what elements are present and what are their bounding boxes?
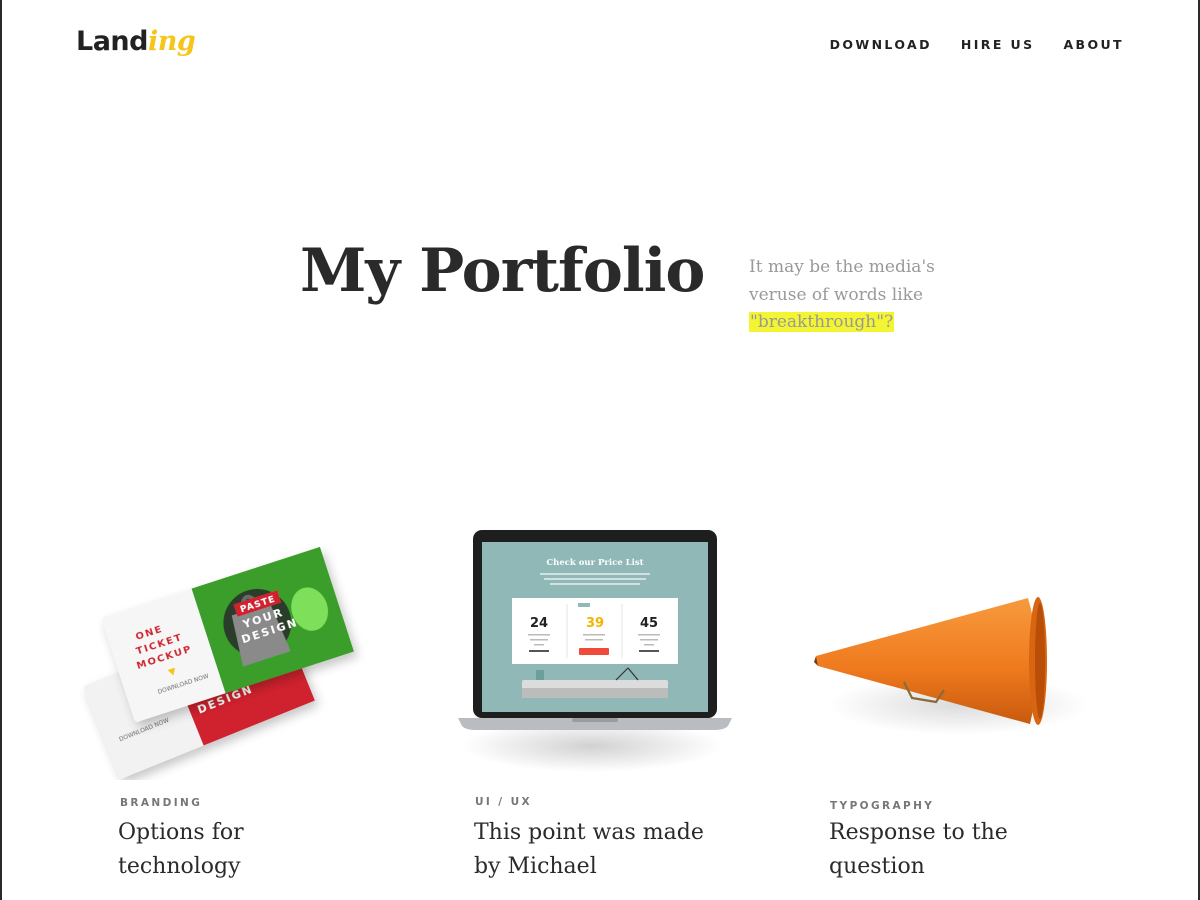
card-title[interactable]: Response to the question — [829, 816, 1069, 884]
card-category: TYPOGRAPHY — [830, 800, 935, 812]
logo-text: Land — [76, 26, 148, 57]
portfolio-card-branding[interactable]: YOUR DESIGN DOWNLOAD NOW PASTE YOUR DESI… — [76, 520, 376, 900]
laptop-image: Check our Price List 24 39 45 — [458, 530, 732, 772]
price-2: 39 — [586, 616, 604, 631]
ticket-mockup-image: YOUR DESIGN DOWNLOAD NOW PASTE YOUR DESI… — [83, 546, 354, 779]
price-1: 24 — [530, 616, 548, 631]
portfolio-card-typography[interactable]: TYPOGRAPHY Response to the question — [788, 520, 1088, 900]
price-3: 45 — [640, 616, 658, 631]
nav-download-link[interactable]: DOWNLOAD — [830, 37, 932, 52]
top-nav: DOWNLOAD HIRE US ABOUT — [830, 37, 1124, 52]
card-category: UI / UX — [475, 796, 533, 808]
hero-subtitle-highlight: "breakthrough"? — [749, 312, 895, 332]
megaphone-image — [814, 597, 1088, 735]
page-title: My Portfolio — [300, 236, 705, 306]
card-title[interactable]: This point was made by Michael — [474, 816, 714, 884]
logo-accent-text: ing — [147, 26, 196, 57]
hero-subtitle-text: It may be the media's veruse of words li… — [749, 257, 935, 305]
nav-about-link[interactable]: ABOUT — [1063, 37, 1124, 52]
nav-hire-us-link[interactable]: HIRE US — [961, 37, 1035, 52]
card-category: BRANDING — [120, 797, 203, 809]
screen-heading: Check our Price List — [546, 558, 643, 568]
portfolio-card-uiux[interactable]: Check our Price List 24 39 45 UI / UX Th… — [432, 520, 732, 900]
hero-subtitle: It may be the media's veruse of words li… — [749, 254, 979, 337]
logo[interactable]: Landing — [76, 26, 196, 57]
card-title[interactable]: Options for technology — [118, 816, 358, 884]
